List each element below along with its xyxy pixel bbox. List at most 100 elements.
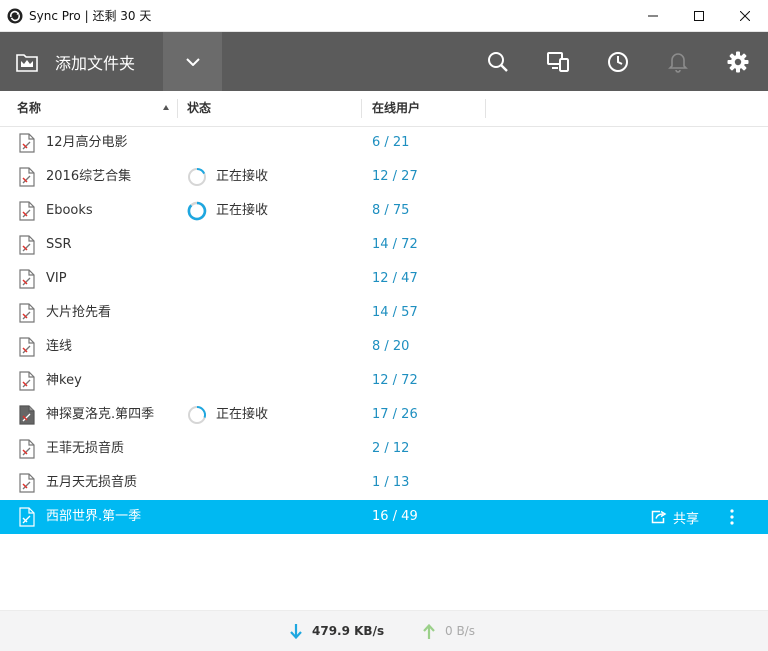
- folder-disconnected-icon: [19, 269, 35, 289]
- window-title: Sync Pro | 还剩 30 天: [29, 9, 152, 23]
- folder-name: 五月天无损音质: [46, 475, 138, 490]
- receiving-progress-icon: [188, 406, 206, 424]
- receiving-progress-icon: [187, 201, 207, 221]
- upload-speed-value: 0 B/s: [445, 624, 475, 638]
- folder-disconnected-icon: [19, 439, 35, 459]
- folder-online-users: 16 / 49: [372, 509, 418, 524]
- receiving-progress-icon: [188, 167, 206, 186]
- folder-name: 神探夏洛克.第四季: [46, 407, 155, 422]
- column-divider[interactable]: [485, 99, 486, 118]
- settings-button[interactable]: [708, 32, 768, 91]
- upload-speed: 0 B/s: [423, 611, 475, 651]
- folder-status: 正在接收: [216, 203, 269, 218]
- folder-name: 2016综艺合集: [46, 169, 132, 184]
- folder-row[interactable]: Ebooks 正在接收 8 / 75: [0, 194, 768, 228]
- folder-row[interactable]: 王菲无损音质 2 / 12: [0, 432, 768, 466]
- notifications-button[interactable]: [648, 32, 708, 91]
- transfer-status-bar: 479.9 KB/s 0 B/s: [0, 610, 768, 651]
- folder-online-users: 14 / 57: [372, 305, 418, 320]
- column-divider[interactable]: [177, 99, 178, 118]
- folder-online-users: 8 / 75: [372, 203, 410, 218]
- folder-online-users: 12 / 72: [372, 373, 418, 388]
- share-icon: [651, 510, 667, 524]
- add-folder-label: 添加文件夹: [55, 53, 136, 73]
- sort-ascending-icon: [163, 105, 169, 110]
- gear-icon: [727, 51, 749, 72]
- maximize-button[interactable]: [676, 0, 722, 31]
- folder-online-users: 1 / 13: [372, 475, 410, 490]
- download-speed: 479.9 KB/s: [290, 611, 384, 651]
- download-speed-value: 479.9 KB/s: [312, 624, 385, 638]
- bell-icon: [668, 52, 688, 73]
- folder-online-users: 2 / 12: [372, 441, 410, 456]
- folder-name: 连线: [46, 339, 73, 354]
- minimize-icon: [648, 15, 658, 16]
- main-toolbar: 添加文件夹: [0, 32, 768, 91]
- share-label: 共享: [673, 511, 700, 527]
- column-name-header[interactable]: 名称: [17, 91, 41, 126]
- folder-row[interactable]: VIP 12 / 47: [0, 262, 768, 296]
- folder-disconnected-icon: [19, 303, 35, 323]
- chevron-down-icon: [185, 57, 200, 66]
- search-icon: [488, 51, 508, 72]
- close-icon: [740, 10, 750, 21]
- folder-disconnected-icon: [19, 371, 35, 391]
- folder-row[interactable]: SSR 14 / 72: [0, 228, 768, 262]
- folder-disconnected-filled-icon: [19, 405, 35, 425]
- folder-online-users: 17 / 26: [372, 407, 418, 422]
- column-divider[interactable]: [361, 99, 362, 118]
- folder-disconnected-icon: [19, 507, 35, 527]
- minimize-button[interactable]: [630, 0, 676, 31]
- folder-name: Ebooks: [46, 203, 93, 218]
- title-bar: Sync Pro | 还剩 30 天: [0, 0, 768, 32]
- maximize-icon: [694, 10, 704, 21]
- folder-online-users: 12 / 47: [372, 271, 418, 286]
- folder-disconnected-icon: [19, 133, 35, 153]
- folder-list: 12月高分电影 6 / 21 2016综艺合集 正在接收 12 / 27 Ebo…: [0, 126, 768, 534]
- folder-row[interactable]: 12月高分电影 6 / 21: [0, 126, 768, 160]
- folder-row[interactable]: 连线 8 / 20: [0, 330, 768, 364]
- add-folder-button[interactable]: 添加文件夹: [0, 32, 163, 91]
- folder-name: SSR: [46, 237, 72, 252]
- folder-online-users: 12 / 27: [372, 169, 418, 184]
- clock-icon: [608, 51, 628, 72]
- folder-disconnected-icon: [19, 337, 35, 357]
- vertical-ellipsis-icon: [730, 509, 734, 525]
- folder-disconnected-icon: [19, 201, 35, 221]
- folder-name: 西部世界.第一季: [46, 509, 142, 524]
- folder-online-users: 6 / 21: [372, 135, 410, 150]
- folder-row[interactable]: 五月天无损音质 1 / 13: [0, 466, 768, 500]
- folder-name: 神key: [46, 373, 82, 388]
- folder-row[interactable]: 2016综艺合集 正在接收 12 / 27: [0, 160, 768, 194]
- devices-icon: [547, 51, 569, 72]
- share-button[interactable]: 共享: [651, 500, 699, 534]
- folder-row[interactable]: 大片抢先看 14 / 57: [0, 296, 768, 330]
- add-folder-dropdown-button[interactable]: [163, 32, 222, 91]
- folder-name: 12月高分电影: [46, 135, 128, 150]
- column-status-header[interactable]: 状态: [187, 91, 211, 126]
- download-arrow-icon: [290, 623, 302, 639]
- folder-disconnected-icon: [19, 235, 35, 255]
- folder-disconnected-icon: [19, 473, 35, 493]
- folder-name: VIP: [46, 271, 67, 286]
- folder-status: 正在接收: [216, 407, 269, 422]
- add-folder-icon: [16, 52, 38, 72]
- folder-row[interactable]: 神key 12 / 72: [0, 364, 768, 398]
- folder-name: 王菲无损音质: [46, 441, 125, 456]
- folder-row[interactable]: 神探夏洛克.第四季 正在接收 17 / 26: [0, 398, 768, 432]
- folder-online-users: 8 / 20: [372, 339, 410, 354]
- sync-app-icon: [7, 8, 23, 24]
- close-button[interactable]: [722, 0, 768, 31]
- more-options-button[interactable]: [724, 507, 740, 527]
- folder-disconnected-icon: [19, 167, 35, 187]
- column-online-users-header[interactable]: 在线用户: [372, 91, 420, 126]
- devices-button[interactable]: [528, 32, 588, 91]
- folder-row-selected[interactable]: 西部世界.第一季 16 / 49 共享: [0, 500, 768, 534]
- history-button[interactable]: [588, 32, 648, 91]
- column-header: 名称 状态 在线用户: [0, 91, 768, 127]
- folder-online-users: 14 / 72: [372, 237, 418, 252]
- search-button[interactable]: [468, 32, 528, 91]
- upload-arrow-icon: [423, 623, 435, 639]
- folder-name: 大片抢先看: [46, 305, 112, 320]
- folder-status: 正在接收: [216, 169, 269, 184]
